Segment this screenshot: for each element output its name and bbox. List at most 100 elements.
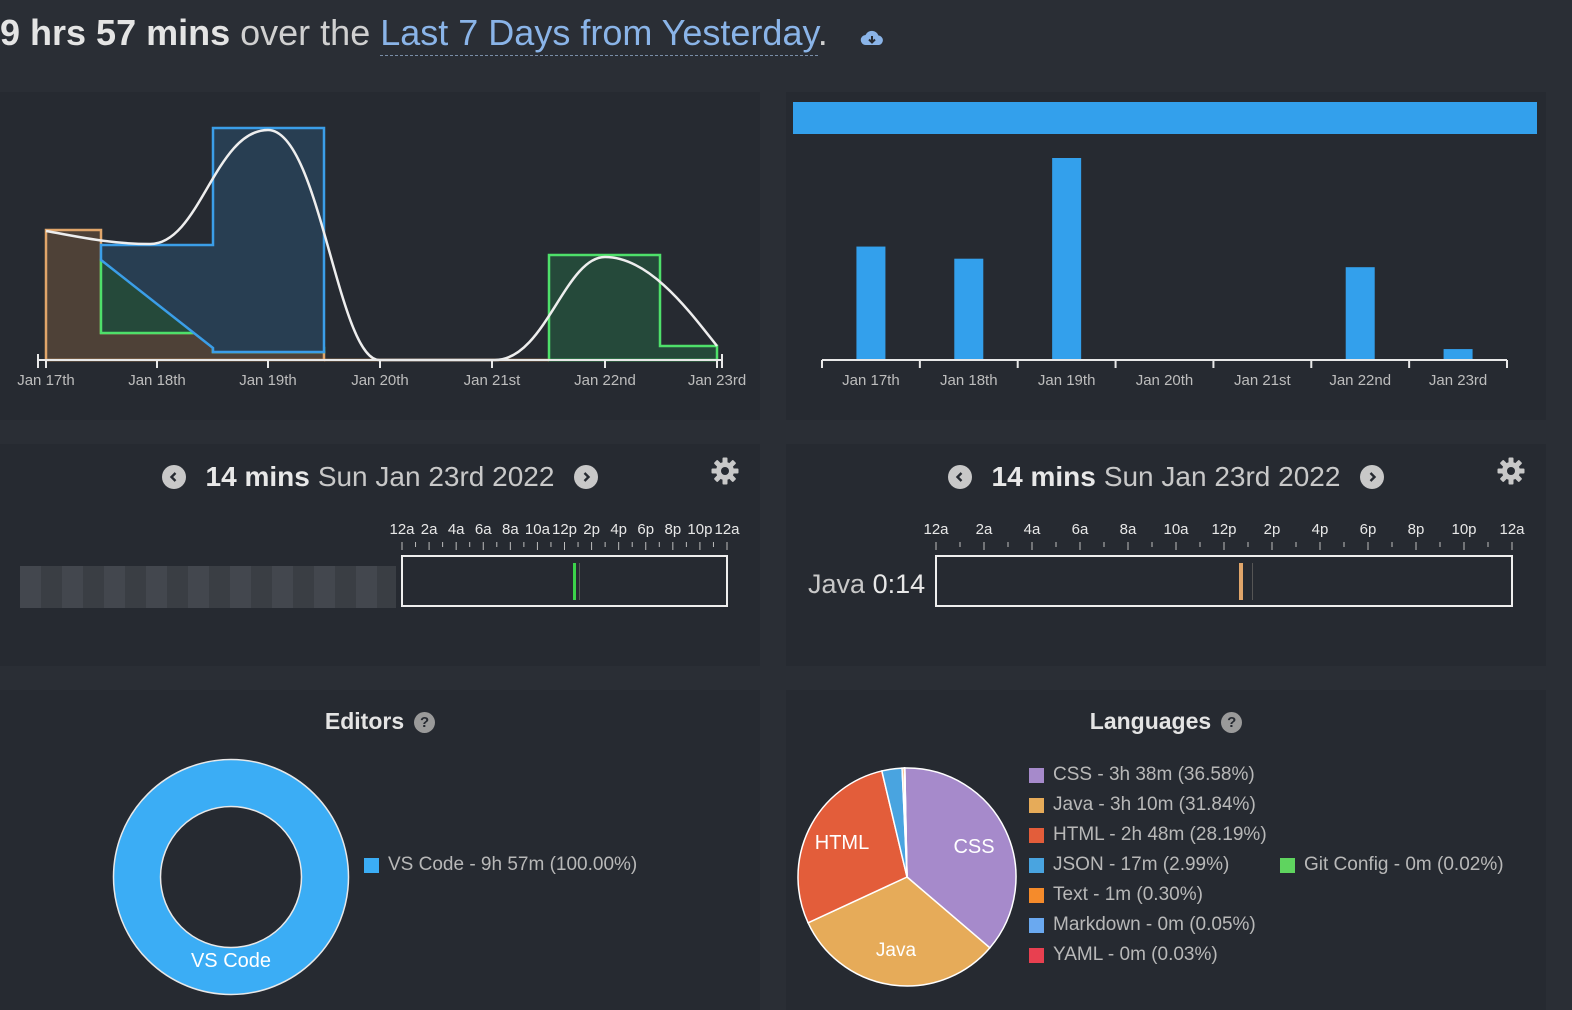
legend-label: CSS - 3h 38m (36.58%) bbox=[1053, 764, 1255, 785]
hour-label: 6a bbox=[475, 522, 492, 538]
header-period: . bbox=[817, 12, 828, 53]
previous-day-button[interactable] bbox=[161, 465, 186, 489]
legend-item: HTML - 2h 48m (28.19%) bbox=[1029, 824, 1267, 846]
timeline-activity-mark bbox=[1239, 563, 1243, 600]
bar[interactable] bbox=[954, 258, 984, 360]
legend-label: Git Config - 0m (0.02%) bbox=[1304, 854, 1504, 875]
x-tick-label: Jan 20th bbox=[351, 372, 409, 389]
languages-title-text: Languages bbox=[1089, 708, 1212, 734]
previous-day-button[interactable] bbox=[947, 465, 972, 489]
help-icon[interactable]: ? bbox=[1221, 712, 1243, 733]
hour-label: 2a bbox=[976, 522, 993, 538]
legend-label: Java - 3h 10m (31.84%) bbox=[1053, 794, 1256, 815]
hour-label: 8p bbox=[1408, 522, 1425, 538]
x-tick-label: Jan 18th bbox=[940, 372, 998, 389]
x-tick-label: Jan 18th bbox=[128, 372, 186, 389]
daily-totals-panel: Jan 17th Jan 18th Jan 19th Jan 20th Jan 21st… bbox=[786, 92, 1546, 420]
hour-label: 12p bbox=[1211, 522, 1236, 538]
legend-item: Git Config - 0m (0.02%) bbox=[1280, 854, 1504, 876]
language-timeline: 12a 2a 4a 6a 8a 10a 12p 2p 4p 6p 8p 10p 12a bbox=[923, 522, 1525, 607]
legend-label: Text - 1m (0.30%) bbox=[1053, 884, 1203, 905]
pie-label-css: CSS bbox=[953, 836, 994, 858]
legend-item: YAML - 0m (0.03%) bbox=[1029, 944, 1218, 966]
hour-label: 12a bbox=[389, 522, 415, 538]
language-name: Java bbox=[808, 569, 866, 599]
editors-title-text: Editors bbox=[324, 708, 405, 734]
editors-donut-chart: VS Code bbox=[112, 758, 350, 996]
hour-label: 6p bbox=[1360, 522, 1377, 538]
hour-label: 2p bbox=[583, 522, 600, 538]
activity-chart-panel: Jan 17th Jan 18th Jan 19th Jan 20th Jan 21st… bbox=[0, 92, 760, 420]
timeline-header: 14 mins Sun Jan 23rd 2022 bbox=[0, 458, 760, 496]
x-tick-label: Jan 21st bbox=[464, 372, 522, 389]
x-tick-label: Jan 23rd bbox=[688, 372, 746, 389]
legend-swatch bbox=[1029, 917, 1044, 933]
hour-label: 12a bbox=[1499, 522, 1525, 538]
gear-icon[interactable] bbox=[710, 456, 740, 486]
x-tick-label: Jan 20th bbox=[1136, 372, 1194, 389]
bar[interactable] bbox=[856, 246, 886, 360]
legend-swatch bbox=[1029, 947, 1044, 963]
daily-chart-header-bar bbox=[793, 102, 1537, 134]
project-timeline: 12a 2a 4a 6a 8a 10a 12p 2p 4p 6p 8p 10p 12a bbox=[389, 522, 740, 607]
hour-label: 12a bbox=[923, 522, 949, 538]
hour-label: 4p bbox=[610, 522, 627, 538]
editors-panel: Editors? VS Code VS Code - 9h 57m (100.0… bbox=[0, 690, 760, 1010]
timeline-language-label: Java 0:14 bbox=[808, 569, 925, 600]
legend-swatch bbox=[364, 857, 379, 873]
pie-label-html: HTML bbox=[815, 832, 869, 854]
project-green-area-2 bbox=[547, 253, 719, 362]
hour-label: 8a bbox=[502, 522, 519, 538]
languages-title: Languages? bbox=[786, 708, 1546, 735]
legend-label: JSON - 17m (2.99%) bbox=[1053, 854, 1230, 875]
hour-label: 10a bbox=[525, 522, 551, 538]
hour-label: 4p bbox=[1312, 522, 1329, 538]
project-name-redacted bbox=[20, 566, 396, 608]
legend-item: JSON - 17m (2.99%) bbox=[1029, 854, 1229, 876]
hour-label: 12p bbox=[552, 522, 577, 538]
header-middle-text: over the bbox=[240, 12, 371, 53]
legend-swatch bbox=[1029, 827, 1044, 843]
x-tick-label: Jan 17th bbox=[842, 372, 900, 389]
legend-label: YAML - 0m (0.03%) bbox=[1053, 944, 1218, 965]
legend-swatch bbox=[1280, 857, 1295, 873]
language-timeline-panel: 14 mins Sun Jan 23rd 2022 Java 0:14 12a … bbox=[786, 444, 1546, 666]
hour-label: 4a bbox=[448, 522, 465, 538]
languages-pie-chart: CSS Java HTML bbox=[797, 767, 1017, 987]
legend-swatch bbox=[1029, 857, 1044, 873]
help-icon[interactable]: ? bbox=[414, 712, 436, 733]
pie-label-java: Java bbox=[876, 940, 917, 961]
bar[interactable] bbox=[1052, 158, 1082, 360]
x-tick-label: Jan 22nd bbox=[574, 372, 636, 389]
legend-label: HTML - 2h 48m (28.19%) bbox=[1053, 824, 1267, 845]
daily-bar-chart: Jan 17th Jan 18th Jan 19th Jan 20th Jan 21st… bbox=[793, 102, 1537, 389]
hour-label: 6p bbox=[637, 522, 654, 538]
hour-label: 2p bbox=[1264, 522, 1281, 538]
legend-label: VS Code - 9h 57m (100.00%) bbox=[388, 854, 638, 875]
timeline-activity-mark bbox=[573, 563, 576, 600]
next-day-button[interactable] bbox=[1360, 465, 1385, 489]
summary-header: 9 hrs 57 mins over the Last 7 Days from … bbox=[0, 12, 884, 62]
date-range-link[interactable]: Last 7 Days from Yesterday bbox=[380, 12, 818, 56]
editors-title: Editors? bbox=[0, 708, 760, 735]
bar[interactable] bbox=[1443, 349, 1473, 360]
bar[interactable] bbox=[1345, 267, 1375, 360]
legend-item: CSS - 3h 38m (36.58%) bbox=[1029, 764, 1255, 786]
gear-icon[interactable] bbox=[1496, 456, 1526, 486]
x-tick-label: Jan 17th bbox=[17, 372, 75, 389]
hour-label: 10p bbox=[1451, 522, 1476, 538]
donut-slice-vs-code bbox=[113, 759, 349, 995]
legend-item: Text - 1m (0.30%) bbox=[1029, 884, 1203, 906]
cloud-download-icon[interactable] bbox=[860, 14, 884, 56]
hour-label: 4a bbox=[1024, 522, 1041, 538]
next-day-button[interactable] bbox=[574, 465, 599, 489]
hour-label: 2a bbox=[421, 522, 438, 538]
hour-label: 10p bbox=[687, 522, 712, 538]
legend-item: VS Code - 9h 57m (100.00%) bbox=[364, 854, 637, 876]
timeline-date: Sun Jan 23rd 2022 bbox=[1103, 461, 1341, 492]
hour-label: 10a bbox=[1163, 522, 1189, 538]
legend-swatch bbox=[1029, 887, 1044, 903]
timeline-date: Sun Jan 23rd 2022 bbox=[317, 461, 555, 492]
x-tick-label: Jan 19th bbox=[239, 372, 297, 389]
x-tick-label: Jan 19th bbox=[1038, 372, 1096, 389]
